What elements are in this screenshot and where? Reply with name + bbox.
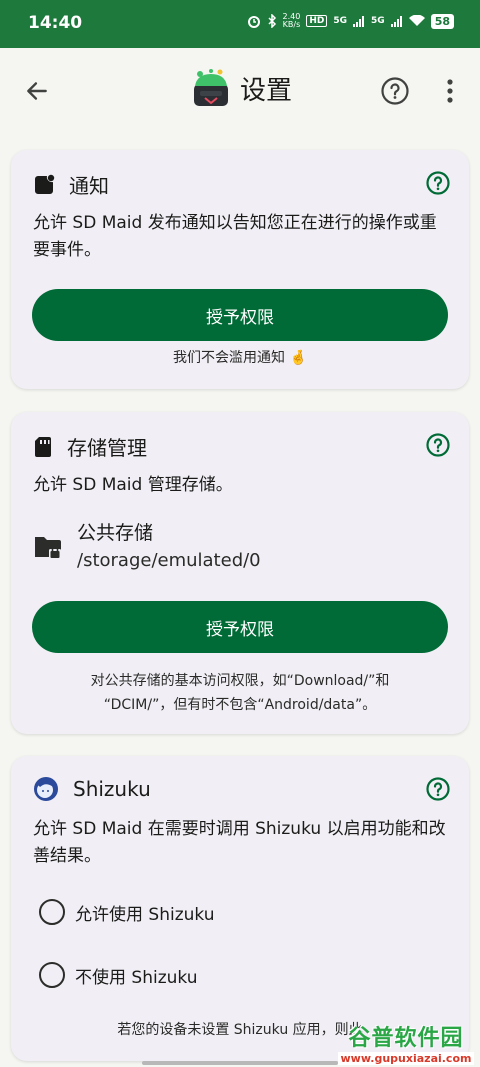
battery-level: 58	[430, 13, 454, 29]
shizuku-allow-label: 允许使用 Shizuku	[75, 904, 215, 925]
storage-note-line1: 对公共存储的基本访问权限，如“Download/”和	[90, 673, 390, 689]
notification-help-icon[interactable]	[425, 170, 451, 196]
shizuku-help-icon[interactable]	[425, 776, 451, 802]
bluetooth-icon	[268, 14, 276, 28]
public-storage-row: 公共存储 /storage/emulated/0	[33, 520, 261, 574]
signal-2: 5G	[371, 16, 385, 26]
more-options-button[interactable]	[434, 72, 466, 110]
status-icons: 2.40 KB/s HD 5G 5G 58	[247, 13, 454, 29]
folder-lock-icon	[35, 537, 61, 559]
shizuku-allow-option[interactable]: 允许使用 Shizuku	[39, 899, 215, 925]
title-group: 设置	[192, 68, 292, 108]
page-title: 设置	[240, 75, 293, 106]
signal-1: 5G	[333, 16, 348, 26]
signal-bars-2-icon	[390, 15, 402, 27]
notification-card: 通知 允许 SD Maid 发布通知以告知您正在进行的操作或重要事件。 授予权限…	[11, 150, 469, 389]
wifi-icon	[408, 15, 425, 26]
storage-note: 对公共存储的基本访问权限，如“Download/”和 “DCIM/”，但有时不包…	[31, 669, 449, 717]
shizuku-title: Shizuku	[73, 777, 151, 801]
signal-bars-1-icon	[353, 15, 365, 27]
notification-grant-button[interactable]: 授予权限	[32, 289, 448, 341]
notification-note: 我们不会滥用通知 🤞	[173, 350, 307, 366]
notification-card-header: 通知	[33, 170, 109, 199]
shizuku-card-header: Shizuku	[33, 776, 151, 802]
public-storage-label: 公共存储	[77, 522, 154, 544]
public-storage-text: 公共存储 /storage/emulated/0	[77, 520, 261, 574]
shizuku-allow-radio[interactable]	[39, 899, 65, 925]
shizuku-deny-radio[interactable]	[39, 962, 65, 988]
notification-title: 通知	[69, 174, 109, 198]
status-time: 14:40	[28, 13, 83, 33]
notification-icon	[35, 174, 55, 194]
shizuku-deny-option[interactable]: 不使用 Shizuku	[39, 962, 198, 988]
public-storage-path: /storage/emulated/0	[77, 550, 261, 571]
storage-card: 存储管理 允许 SD Maid 管理存储。 公共存储 /storage/emul…	[11, 412, 469, 734]
shizuku-card: Shizuku 允许 SD Maid 在需要时调用 Shizuku 以启用功能和…	[11, 756, 469, 1061]
shizuku-logo-icon	[34, 777, 58, 801]
storage-help-icon[interactable]	[425, 432, 451, 458]
storage-note-line2: “DCIM/”，但有时不包含“Android/data”。	[103, 697, 377, 713]
shizuku-deny-label: 不使用 Shizuku	[75, 967, 198, 988]
hd-badge: HD	[306, 15, 328, 27]
storage-description: 允许 SD Maid 管理存储。	[33, 475, 233, 495]
more-vert-icon	[447, 79, 453, 103]
shizuku-description: 允许 SD Maid 在需要时调用 Shizuku 以启用功能和改善结果。	[33, 819, 446, 866]
storage-grant-button[interactable]: 授予权限	[32, 601, 448, 653]
storage-title: 存储管理	[67, 436, 147, 460]
back-button[interactable]	[18, 72, 56, 110]
help-circle-icon	[381, 77, 409, 105]
watermark-sub: www.gupuxiazai.com	[337, 1052, 475, 1065]
arrow-back-icon	[27, 82, 47, 100]
watermark-main: 谷普软件园	[348, 1026, 464, 1051]
help-button[interactable]	[376, 72, 414, 110]
sd-card-icon	[35, 436, 51, 457]
alarm-icon	[247, 16, 260, 28]
app-bar: 设置	[0, 48, 480, 134]
gesture-bar[interactable]	[142, 1061, 338, 1065]
storage-card-header: 存储管理	[33, 432, 147, 461]
net-speed: 2.40 KB/s	[282, 12, 301, 29]
watermark: 谷普软件园 www.gupuxiazai.com	[332, 1018, 480, 1067]
sd-maid-logo-icon	[194, 69, 228, 106]
notification-description: 允许 SD Maid 发布通知以告知您正在进行的操作或重要事件。	[33, 213, 437, 260]
status-bar: 14:40 2.40 KB/s HD 5G 5G 58	[0, 0, 480, 48]
